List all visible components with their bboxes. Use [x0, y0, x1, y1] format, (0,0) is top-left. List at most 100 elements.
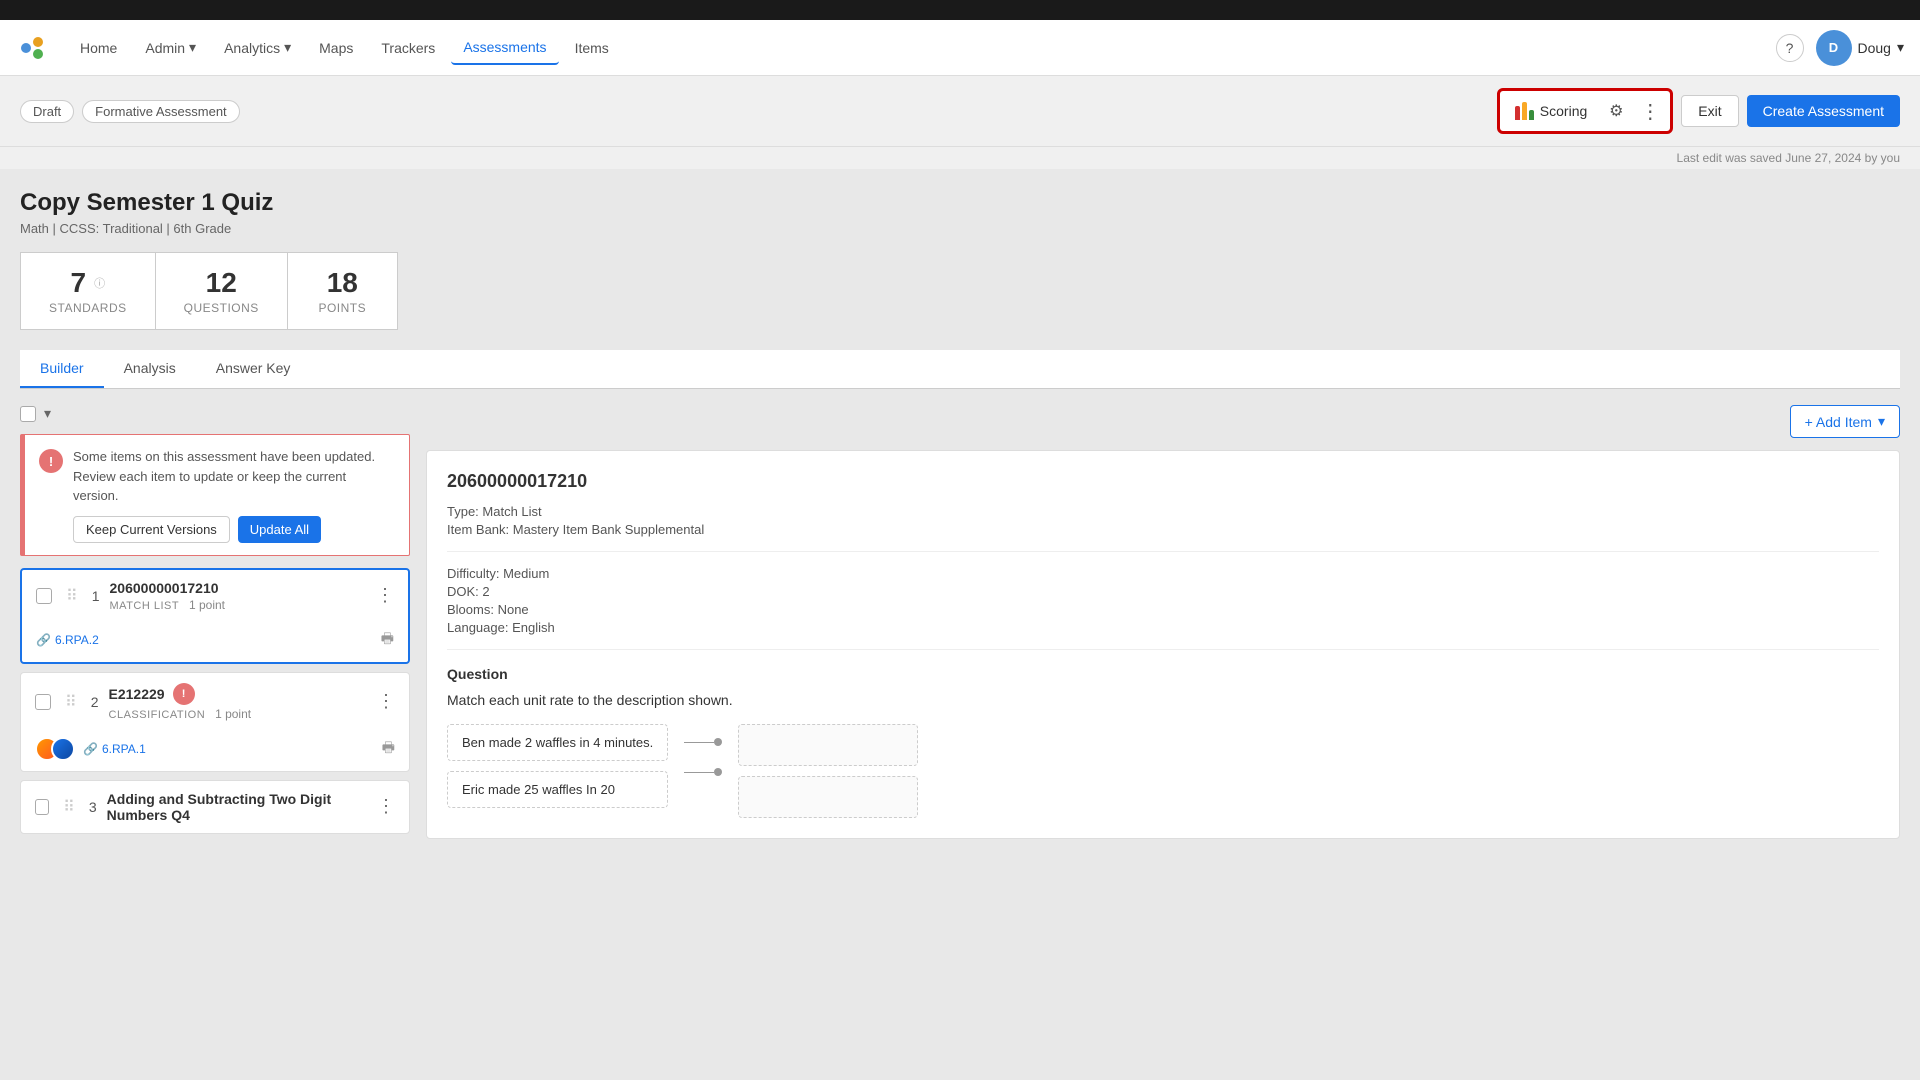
toolbar-right: Scoring ⚙ ⋮ Exit Create Assessment	[1497, 88, 1900, 134]
q1-drag-handle[interactable]: ⠿	[66, 586, 78, 606]
logo[interactable]	[16, 32, 48, 64]
q3-drag-handle[interactable]: ⠿	[63, 797, 75, 817]
select-row: ▾	[20, 405, 410, 422]
question-3-left: ⠿ 3 Adding and Subtracting Two Digit Num…	[35, 791, 377, 823]
nav-home[interactable]: Home	[68, 32, 129, 64]
item-blooms: Blooms: None	[447, 602, 1879, 617]
q2-warning-badge: !	[173, 683, 195, 705]
tab-analysis[interactable]: Analysis	[104, 350, 196, 388]
stat-points: 18 POINTS	[288, 252, 398, 330]
questions-number: 12	[206, 267, 237, 299]
nav-admin[interactable]: Admin ▾	[133, 31, 208, 64]
question-3-header: ⠿ 3 Adding and Subtracting Two Digit Num…	[21, 781, 409, 833]
item-type: Type: Match List	[447, 504, 1879, 519]
top-black-bar	[0, 0, 1920, 20]
q1-more-button[interactable]: ⋮	[376, 585, 394, 606]
standard-icon: 🔗	[36, 633, 51, 647]
main-content: Copy Semester 1 Quiz Math | CCSS: Tradit…	[0, 169, 1920, 862]
q3-more-button[interactable]: ⋮	[377, 796, 395, 817]
warning-icon: !	[39, 449, 63, 473]
q1-number: 1	[92, 588, 100, 604]
standard-icon-2: 🔗	[83, 742, 98, 756]
divider-1	[447, 551, 1879, 552]
help-button[interactable]: ?	[1776, 34, 1804, 62]
left-panel: ▾ ! Some items on this assessment have b…	[20, 405, 410, 842]
user-name: Doug	[1858, 40, 1891, 56]
question-2-header: ⠿ 2 E212229 ! CLASSIFICATION 1 point ⋮	[21, 673, 409, 731]
warning-box: ! Some items on this assessment have bee…	[20, 434, 410, 556]
q2-checkbox[interactable]	[35, 694, 51, 710]
right-panel: + Add Item ▾ 20600000017210 Type: Match …	[426, 405, 1900, 842]
connector-dot-1	[714, 738, 722, 746]
content-area: ▾ ! Some items on this assessment have b…	[20, 405, 1900, 842]
avatar-blue	[51, 737, 75, 761]
select-all-checkbox[interactable]	[20, 406, 36, 422]
create-assessment-button[interactable]: Create Assessment	[1747, 95, 1900, 127]
assessment-toolbar: Draft Formative Assessment Scoring ⚙ ⋮ E…	[0, 76, 1920, 147]
item-difficulty: Difficulty: Medium	[447, 566, 1879, 581]
scoring-button[interactable]: Scoring	[1503, 96, 1599, 126]
question-text: Match each unit rate to the description …	[447, 692, 1879, 708]
tab-answer-key[interactable]: Answer Key	[196, 350, 311, 388]
nav-right: ? D Doug ▾	[1776, 30, 1905, 66]
match-targets	[738, 724, 918, 818]
item-language: Language: English	[447, 620, 1879, 635]
nav-analytics[interactable]: Analytics ▾	[212, 31, 303, 64]
stat-standards: 7 ⓘ STANDARDS	[20, 252, 156, 330]
exit-button[interactable]: Exit	[1681, 95, 1738, 127]
question-item-3[interactable]: ⠿ 3 Adding and Subtracting Two Digit Num…	[20, 780, 410, 834]
nav-links: Home Admin ▾ Analytics ▾ Maps Trackers A…	[68, 31, 1776, 65]
update-all-button[interactable]: Update All	[238, 516, 321, 543]
standards-info-icon[interactable]: ⓘ	[94, 275, 105, 291]
last-edit-text: Last edit was saved June 27, 2024 by you	[0, 147, 1920, 169]
nav-maps[interactable]: Maps	[307, 32, 365, 64]
item-meta: Type: Match List Item Bank: Mastery Item…	[447, 504, 1879, 537]
warning-actions: Keep Current Versions Update All	[73, 516, 395, 543]
q1-type: MATCH LIST	[110, 600, 180, 612]
item-id: 20600000017210	[447, 471, 1879, 492]
settings-button[interactable]: ⚙	[1599, 94, 1633, 128]
question-item-1[interactable]: ⠿ 1 20600000017210 MATCH LIST 1 point ⋮ …	[20, 568, 410, 664]
nav-items[interactable]: Items	[563, 32, 621, 64]
formative-tag[interactable]: Formative Assessment	[82, 100, 240, 123]
q2-more-button[interactable]: ⋮	[377, 691, 395, 712]
match-target-2	[738, 776, 918, 818]
points-label: POINTS	[318, 301, 366, 315]
connector-1	[684, 738, 722, 746]
question-2-left: ⠿ 2 E212229 ! CLASSIFICATION 1 point	[35, 683, 251, 721]
connector-2	[684, 768, 722, 776]
content-tabs: Builder Analysis Answer Key	[20, 350, 1900, 389]
user-menu[interactable]: D Doug ▾	[1816, 30, 1905, 66]
nav-trackers[interactable]: Trackers	[369, 32, 447, 64]
connector-dot-2	[714, 768, 722, 776]
add-item-button[interactable]: + Add Item ▾	[1790, 405, 1900, 438]
draft-tag[interactable]: Draft	[20, 100, 74, 123]
bar-red	[1515, 106, 1520, 120]
q1-footer: 🔗 6.RPA.2 🖶	[22, 622, 408, 662]
more-options-button[interactable]: ⋮	[1633, 94, 1667, 128]
match-item-2: Eric made 25 waffles In 20	[447, 771, 668, 808]
add-item-chevron: ▾	[1878, 413, 1885, 430]
q1-info: 20600000017210 MATCH LIST 1 point	[110, 580, 226, 612]
standards-number: 7	[71, 267, 87, 299]
match-connectors	[684, 724, 722, 776]
nav-assessments[interactable]: Assessments	[451, 31, 558, 65]
match-item-1: Ben made 2 waffles in 4 minutes.	[447, 724, 668, 761]
q1-id: 20600000017210	[110, 580, 226, 596]
item-attributes: Difficulty: Medium DOK: 2 Blooms: None L…	[447, 566, 1879, 635]
q2-print-icon[interactable]: 🖶	[382, 737, 395, 761]
q2-drag-handle[interactable]: ⠿	[65, 692, 77, 712]
tab-builder[interactable]: Builder	[20, 350, 104, 388]
q1-print-icon[interactable]: 🖶	[381, 628, 394, 652]
q2-info: E212229 ! CLASSIFICATION 1 point	[109, 683, 252, 721]
select-chevron[interactable]: ▾	[44, 405, 51, 422]
question-item-2[interactable]: ⠿ 2 E212229 ! CLASSIFICATION 1 point ⋮	[20, 672, 410, 772]
keep-current-button[interactable]: Keep Current Versions	[73, 516, 230, 543]
q1-checkbox[interactable]	[36, 588, 52, 604]
bar-green	[1529, 110, 1534, 120]
q2-avatar-stack	[35, 737, 75, 761]
match-area: Ben made 2 waffles in 4 minutes. Eric ma…	[447, 724, 1879, 818]
q3-checkbox[interactable]	[35, 799, 49, 815]
assessment-tags: Draft Formative Assessment	[20, 100, 240, 123]
quiz-subtitle: Math | CCSS: Traditional | 6th Grade	[20, 221, 1900, 236]
